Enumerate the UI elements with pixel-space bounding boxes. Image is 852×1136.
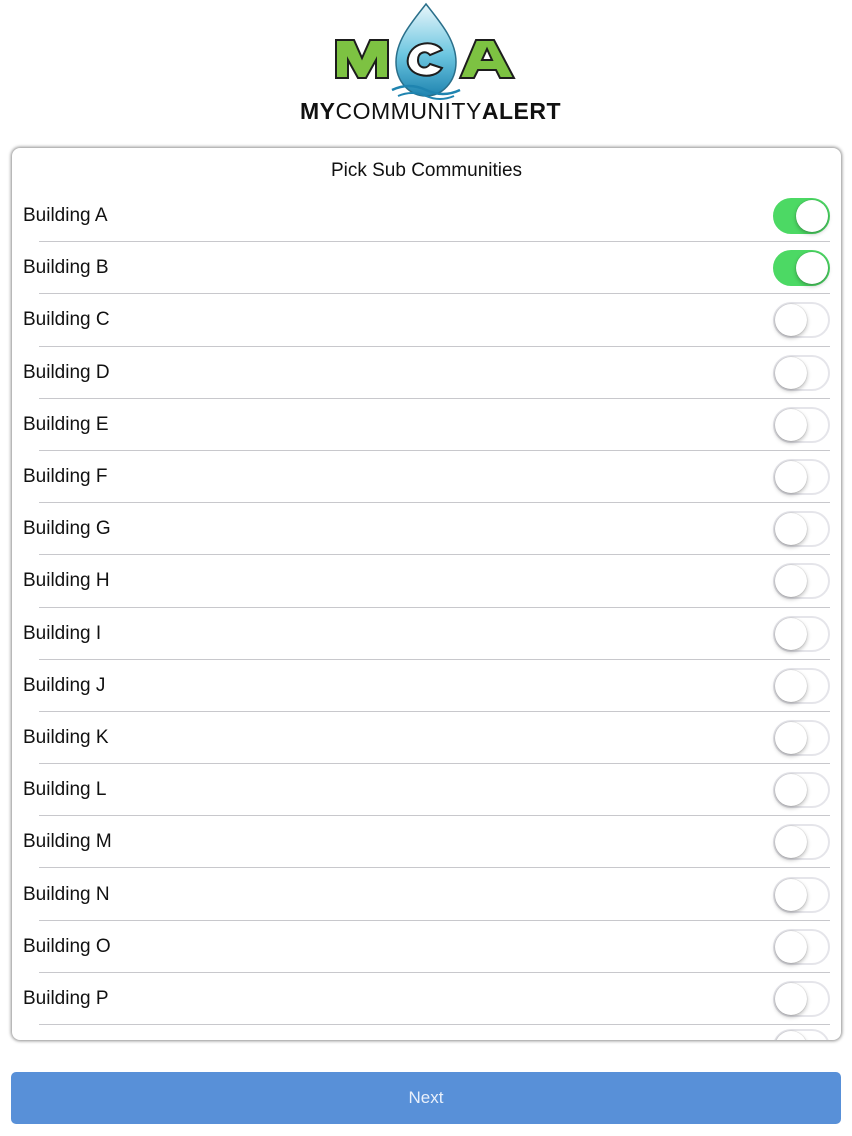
sub-community-list[interactable]: Building A Building B Building C Building D… bbox=[12, 190, 841, 1040]
list-item: Building D bbox=[12, 347, 841, 399]
building-label: Building B bbox=[23, 257, 109, 279]
building-label: Building I bbox=[23, 622, 102, 644]
list-item: Building C bbox=[12, 294, 841, 347]
list-item: Building F bbox=[12, 451, 841, 504]
building-label: Building P bbox=[23, 987, 109, 1009]
building-toggle[interactable] bbox=[773, 824, 830, 861]
building-toggle[interactable] bbox=[773, 198, 830, 235]
building-toggle[interactable] bbox=[773, 719, 830, 756]
building-label: Building N bbox=[23, 883, 110, 905]
building-label: Building L bbox=[23, 779, 107, 801]
list-item: Building L bbox=[12, 764, 841, 817]
building-toggle[interactable] bbox=[773, 511, 830, 548]
building-toggle[interactable] bbox=[773, 354, 830, 391]
list-item-partial bbox=[12, 1025, 841, 1040]
list-item: Building I bbox=[12, 608, 841, 660]
app-logo: MYCOMMUNITYALERT bbox=[300, 0, 560, 132]
wordmark-alert: ALERT bbox=[481, 98, 561, 124]
building-label: Building E bbox=[23, 413, 109, 435]
building-toggle[interactable] bbox=[773, 667, 830, 704]
list-item: Building G bbox=[12, 503, 841, 556]
toggle-knob bbox=[775, 356, 807, 389]
card-title: Pick Sub Communities bbox=[330, 160, 523, 181]
toggle-knob bbox=[796, 200, 828, 233]
building-label: Building C bbox=[23, 309, 110, 331]
building-label: Building A bbox=[23, 205, 108, 227]
list-item: Building E bbox=[12, 399, 841, 452]
building-label: Building G bbox=[23, 518, 111, 540]
toggle-knob bbox=[775, 721, 807, 754]
building-toggle[interactable] bbox=[773, 459, 830, 496]
building-label: Building O bbox=[23, 935, 111, 957]
toggle-knob bbox=[775, 304, 807, 337]
building-label: Building K bbox=[23, 726, 109, 748]
sub-communities-card: Pick Sub Communities Building A Building … bbox=[12, 148, 841, 1040]
list-item: Building A bbox=[12, 190, 841, 243]
building-toggle[interactable] bbox=[773, 980, 830, 1017]
list-item: Building N bbox=[12, 868, 841, 921]
list-item: Building K bbox=[12, 712, 841, 765]
toggle-knob bbox=[775, 565, 807, 598]
next-button[interactable]: Next bbox=[11, 1072, 841, 1124]
toggle-knob bbox=[796, 252, 828, 285]
building-toggle[interactable] bbox=[773, 928, 830, 965]
building-label: Building F bbox=[23, 466, 108, 488]
building-toggle[interactable] bbox=[773, 563, 830, 600]
building-toggle[interactable] bbox=[773, 772, 830, 809]
wordmark-my: MY bbox=[300, 98, 336, 124]
list-item: Building B bbox=[12, 242, 841, 295]
screen: MYCOMMUNITYALERT Pick Sub Communities Bu… bbox=[0, 0, 852, 1136]
building-toggle[interactable] bbox=[773, 302, 830, 339]
toggle-knob bbox=[775, 669, 807, 702]
building-toggle[interactable] bbox=[773, 615, 830, 652]
list-item: Building J bbox=[12, 660, 841, 713]
list-item: Building H bbox=[12, 555, 841, 608]
building-label: Building D bbox=[23, 361, 110, 383]
wordmark-community: COMMUNITY bbox=[335, 98, 482, 124]
toggle-knob bbox=[775, 826, 807, 859]
list-item: Building P bbox=[12, 973, 841, 1026]
building-label: Building H bbox=[23, 570, 110, 592]
list-item: Building O bbox=[12, 921, 841, 974]
toggle-knob bbox=[775, 408, 807, 441]
building-toggle[interactable] bbox=[773, 250, 830, 287]
logo-wordmark: MYCOMMUNITYALERT bbox=[300, 98, 560, 125]
building-label: Building M bbox=[23, 831, 112, 853]
list-item: Building M bbox=[12, 816, 841, 869]
toggle-knob bbox=[775, 930, 807, 963]
toggle-knob bbox=[775, 617, 807, 650]
toggle-knob bbox=[775, 1031, 807, 1040]
building-toggle[interactable] bbox=[773, 406, 830, 443]
building-label: Building J bbox=[23, 674, 106, 696]
toggle-knob bbox=[775, 774, 807, 807]
toggle-knob bbox=[775, 513, 807, 546]
toggle-knob bbox=[775, 878, 807, 911]
building-toggle[interactable] bbox=[773, 1029, 830, 1040]
building-toggle[interactable] bbox=[773, 876, 830, 913]
toggle-knob bbox=[775, 982, 807, 1015]
toggle-knob bbox=[775, 461, 807, 494]
